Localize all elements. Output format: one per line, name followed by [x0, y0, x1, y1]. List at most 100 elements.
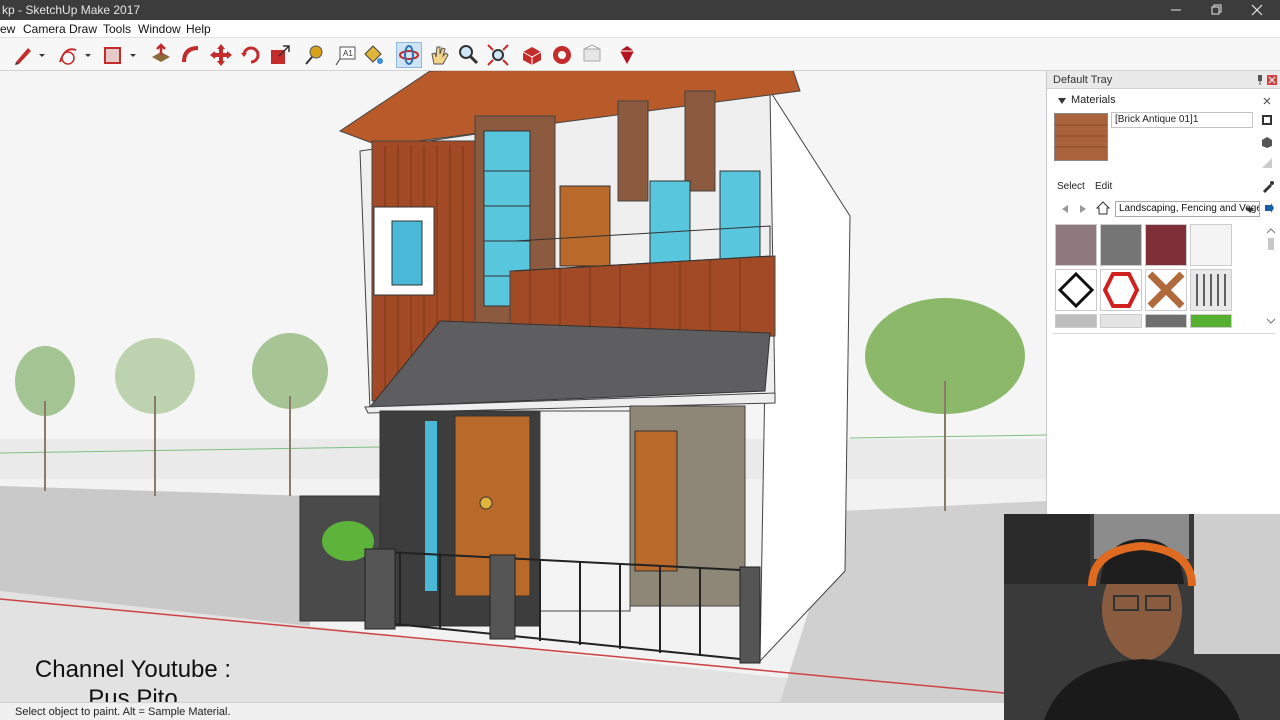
materials-panel-title: Materials	[1071, 94, 1116, 106]
zoom-extents-tool[interactable]	[485, 42, 511, 68]
pin-icon[interactable]	[1256, 75, 1264, 85]
create-material-icon[interactable]	[1261, 113, 1273, 127]
default-tray: Default Tray Materials [Brick Antique 01…	[1046, 71, 1280, 514]
menu-draw[interactable]: Draw	[69, 22, 97, 36]
ruby-console-tool[interactable]	[614, 42, 640, 68]
material-name-field[interactable]: [Brick Antique 01]1	[1111, 112, 1253, 128]
chevron-down-icon[interactable]	[1245, 205, 1255, 215]
swatch-7[interactable]	[1190, 269, 1232, 311]
material-default-icon[interactable]	[1260, 135, 1274, 149]
pencil-tool[interactable]	[10, 42, 36, 68]
pencil-dropdown[interactable]	[36, 42, 48, 68]
3d-warehouse-icon	[522, 47, 542, 65]
brick-texture	[1055, 114, 1107, 160]
scale-icon	[271, 45, 290, 64]
minimize-button[interactable]	[1156, 0, 1196, 20]
scroll-down-icon[interactable]	[1266, 316, 1276, 326]
orbit-tool[interactable]	[396, 42, 422, 68]
swatch-6[interactable]	[1145, 269, 1187, 311]
swatch-8[interactable]	[1055, 314, 1097, 328]
menu-help[interactable]: Help	[186, 22, 211, 36]
close-icon[interactable]	[1267, 75, 1277, 85]
tape-measure-tool[interactable]	[302, 42, 328, 68]
scale-tool[interactable]	[267, 42, 293, 68]
pencil-icon	[15, 48, 31, 65]
swatch-3[interactable]	[1190, 224, 1232, 266]
tab-select[interactable]: Select	[1053, 180, 1089, 193]
zoom-tool[interactable]	[455, 42, 481, 68]
menu-view[interactable]: ew	[0, 22, 15, 36]
cross-beam-icon	[1147, 271, 1185, 309]
arc-dropdown[interactable]	[82, 42, 94, 68]
details-arrow-icon[interactable]	[1263, 202, 1275, 214]
menu-window[interactable]: Window	[138, 22, 181, 36]
swatch-scrollbar[interactable]	[1266, 224, 1276, 328]
menu-tools[interactable]: Tools	[103, 22, 131, 36]
text-icon: A1	[335, 46, 356, 66]
layout-tool[interactable]	[579, 42, 605, 68]
tape-measure-icon	[305, 45, 323, 65]
back-arrow-icon[interactable]	[1059, 203, 1071, 215]
follow-me-icon	[182, 46, 199, 63]
swatch-5[interactable]	[1100, 269, 1142, 311]
swatch-2[interactable]	[1145, 224, 1187, 266]
scroll-up-icon[interactable]	[1266, 226, 1276, 236]
follow-me-tool[interactable]	[178, 42, 204, 68]
drawing-viewport[interactable]	[0, 71, 1046, 702]
push-pull-tool[interactable]	[148, 42, 174, 68]
materials-panel-header[interactable]: Materials	[1053, 93, 1275, 109]
swatch-0[interactable]	[1055, 224, 1097, 266]
lattice-red-icon	[1102, 272, 1140, 308]
extension-warehouse-tool[interactable]	[549, 42, 575, 68]
eyedropper-icon[interactable]	[1261, 179, 1275, 193]
restore-icon	[1211, 4, 1222, 15]
swatch-4[interactable]	[1055, 269, 1097, 311]
extension-warehouse-icon	[553, 46, 571, 64]
library-select[interactable]: Landscaping, Fencing and Vege	[1115, 201, 1260, 217]
arc-icon	[59, 48, 77, 65]
close-icon	[1251, 4, 1263, 16]
rectangle-tool[interactable]	[100, 42, 126, 68]
tab-edit[interactable]: Edit	[1091, 180, 1116, 193]
text-tool[interactable]: A1	[333, 42, 359, 68]
zoom-icon	[459, 45, 479, 65]
rotate-tool[interactable]	[238, 42, 264, 68]
window-title: kp - SketchUp Make 2017	[2, 3, 141, 17]
lattice-black-icon	[1057, 271, 1095, 309]
forward-arrow-icon[interactable]	[1077, 203, 1089, 215]
push-pull-icon	[152, 43, 170, 62]
large-toolset: A1	[0, 38, 1280, 71]
dropdown-icon	[85, 54, 91, 57]
ruby-icon	[620, 46, 634, 64]
move-tool[interactable]	[208, 42, 234, 68]
webcam-overlay	[1004, 514, 1280, 720]
swatch-9[interactable]	[1100, 314, 1142, 328]
menu-camera[interactable]: Camera	[23, 22, 66, 36]
orbit-icon	[399, 45, 419, 65]
rectangle-dropdown[interactable]	[127, 42, 139, 68]
collapse-triangle-icon	[1058, 98, 1066, 104]
scroll-thumb[interactable]	[1268, 238, 1274, 250]
tray-header: Default Tray	[1047, 71, 1280, 89]
rotate-icon	[241, 46, 260, 64]
home-icon[interactable]	[1096, 201, 1110, 215]
tray-divider	[1053, 333, 1275, 334]
restore-button[interactable]	[1196, 0, 1236, 20]
swatch-11[interactable]	[1190, 314, 1232, 328]
paint-bucket-tool[interactable]	[360, 42, 386, 68]
status-bar: Select object to paint. Alt = Sample Mat…	[0, 702, 1046, 720]
menu-bar: ew Camera Draw Tools Window Help	[0, 20, 1280, 38]
sample-paint-icon[interactable]	[1260, 156, 1274, 170]
arc-tool[interactable]	[55, 42, 81, 68]
close-button[interactable]	[1237, 0, 1277, 20]
panel-close-icon[interactable]	[1263, 97, 1271, 105]
swatch-1[interactable]	[1100, 224, 1142, 266]
paint-bucket-icon	[364, 45, 383, 64]
rectangle-icon	[104, 47, 121, 64]
pan-tool[interactable]	[426, 42, 452, 68]
swatch-10[interactable]	[1145, 314, 1187, 328]
current-material-swatch	[1054, 113, 1108, 161]
svg-text:A1: A1	[343, 49, 353, 58]
status-text: Select object to paint. Alt = Sample Mat…	[15, 706, 231, 718]
3d-warehouse-tool[interactable]	[519, 42, 545, 68]
